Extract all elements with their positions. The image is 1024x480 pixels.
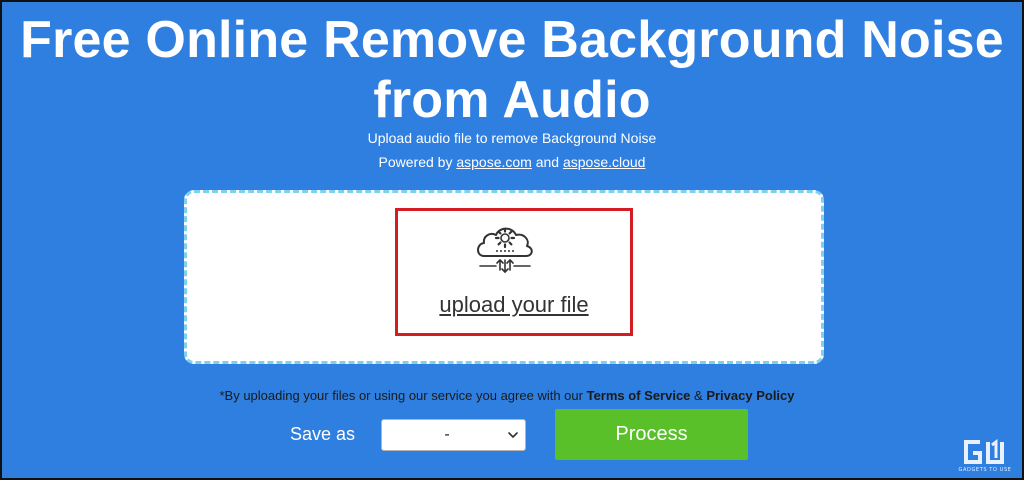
aspose-com-link[interactable]: aspose.com: [456, 154, 531, 170]
gadgets-to-use-watermark: GADGETS TO USE: [956, 436, 1014, 476]
watermark-tagline: GADGETS TO USE: [958, 467, 1012, 473]
upload-file-link[interactable]: upload your file: [395, 292, 633, 318]
gadgets-to-use-logo-icon: [964, 439, 1004, 464]
terms-of-service-link[interactable]: Terms of Service: [587, 388, 691, 403]
page-subtitle: Upload audio file to remove Background N…: [367, 130, 657, 146]
terms-amp: &: [694, 388, 703, 403]
terms-notice: *By uploading your files or using our se…: [2, 387, 1012, 405]
powered-and: and: [535, 154, 560, 170]
format-selected-value: -: [444, 426, 450, 443]
terms-prefix: *By uploading your files or using our se…: [219, 388, 583, 403]
privacy-policy-link[interactable]: Privacy Policy: [706, 388, 794, 403]
page-frame: Free Online Remove Background Noise from…: [0, 0, 1024, 480]
page-title: Free Online Remove Background Noise from…: [20, 11, 1004, 129]
process-button[interactable]: Process: [555, 409, 748, 460]
aspose-cloud-link[interactable]: aspose.cloud: [563, 154, 646, 170]
output-format-select[interactable]: -: [381, 419, 526, 451]
save-as-label: Save as: [290, 424, 356, 444]
powered-by-line: Powered by aspose.com and aspose.cloud: [2, 153, 1022, 171]
chevron-down-icon: [508, 432, 518, 438]
powered-prefix: Powered by: [378, 154, 453, 170]
